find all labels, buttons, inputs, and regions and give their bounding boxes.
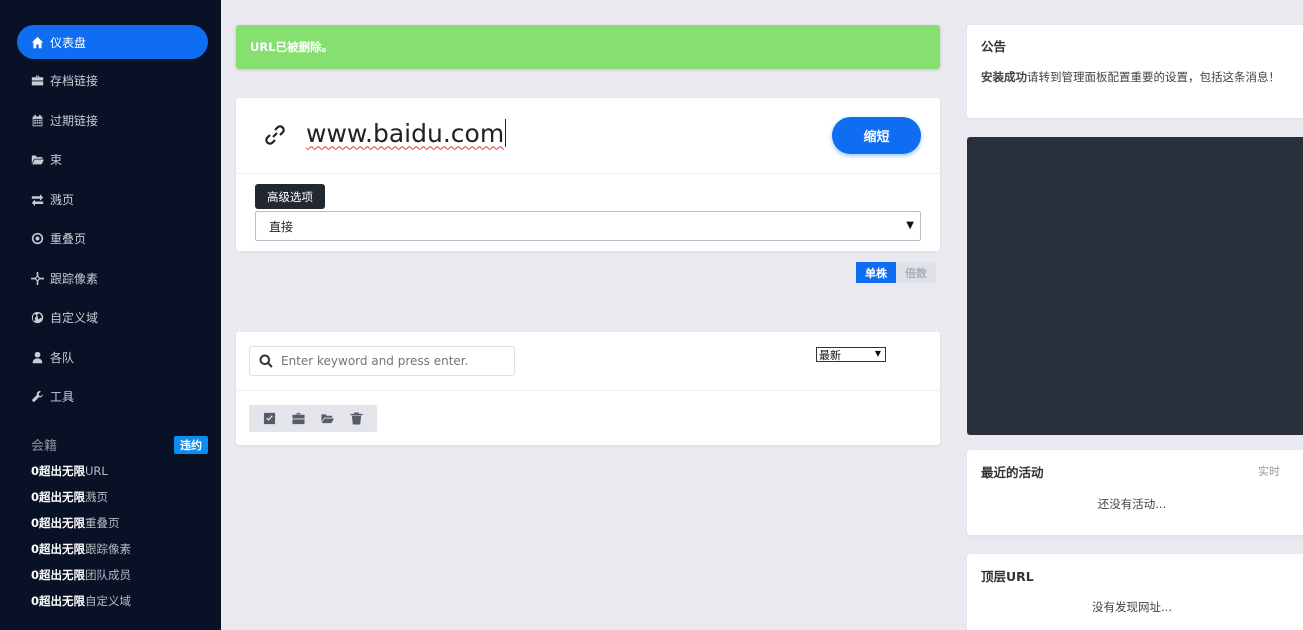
archive-icon[interactable] — [284, 405, 313, 432]
sidebar-item-label: 存档链接 — [50, 73, 99, 88]
user-icon — [30, 350, 44, 364]
sidebar-item-dashboard[interactable]: 仪表盘 — [17, 25, 208, 59]
sidebar-item-tools[interactable]: 工具 — [17, 379, 208, 413]
trash-icon[interactable] — [342, 405, 371, 432]
search-input[interactable] — [281, 354, 501, 368]
membership-title: 会籍 — [31, 439, 58, 454]
sidebar: 仪表盘 存档链接 过期链接 束 溅页 重叠页 跟踪像素 自定义域 各队 工具 会… — [0, 0, 221, 630]
redirect-type-select[interactable]: 直接 ▼ — [255, 211, 921, 241]
limit-item: 0超出无限跟踪像素 — [31, 542, 132, 556]
success-alert: URL已被删除。 — [236, 25, 940, 69]
sort-select[interactable]: 最新 ▼ — [816, 347, 886, 362]
crosshair-icon — [30, 271, 44, 285]
membership-header: 会籍 违约 — [31, 435, 208, 454]
bulk-actions — [249, 405, 377, 432]
sidebar-item-label: 束 — [50, 152, 63, 167]
limit-item: 0超出无限重叠页 — [31, 516, 120, 530]
exchange-icon — [30, 192, 44, 206]
recent-activity-card: 最近的活动 实时 还没有活动... — [967, 450, 1303, 535]
redirect-type-value: 直接 — [269, 219, 294, 234]
folder-icon[interactable] — [313, 405, 342, 432]
recent-activity-title: 最近的活动 — [981, 465, 1044, 480]
sidebar-item-label: 跟踪像素 — [50, 271, 99, 286]
sidebar-item-label: 溅页 — [50, 192, 75, 207]
sidebar-item-bundles[interactable]: 束 — [17, 142, 208, 176]
divider — [236, 390, 940, 391]
text-cursor — [505, 119, 507, 147]
folder-open-icon — [30, 152, 44, 166]
empty-activity-text: 还没有活动... — [1097, 497, 1167, 511]
sidebar-item-label: 仪表盘 — [50, 35, 87, 50]
sidebar-item-pixels[interactable]: 跟踪像素 — [17, 261, 208, 295]
multiple-mode-button[interactable]: 倍数 — [896, 262, 936, 283]
limit-item: 0超出无限溅页 — [31, 490, 109, 504]
sidebar-item-domains[interactable]: 自定义域 — [17, 300, 208, 334]
sidebar-item-expired-links[interactable]: 过期链接 — [17, 103, 208, 137]
sidebar-item-splash[interactable]: 溅页 — [17, 182, 208, 216]
caret-down-icon: ▼ — [906, 220, 914, 231]
dot-circle-icon — [30, 231, 44, 245]
announcement-title: 公告 — [981, 39, 1007, 54]
links-panel: 最新 ▼ — [236, 332, 940, 445]
plan-badge[interactable]: 违约 — [174, 435, 208, 454]
sidebar-item-label: 过期链接 — [50, 113, 99, 128]
search-box[interactable] — [249, 346, 515, 376]
stats-panel — [967, 137, 1303, 435]
top-urls-card: 顶层URL 没有发现网址... — [967, 554, 1303, 630]
empty-top-urls-text: 没有发现网址... — [1092, 600, 1172, 614]
mode-toggle: 单株 倍数 — [856, 262, 936, 283]
calendar-icon — [30, 113, 44, 127]
link-icon — [262, 122, 288, 148]
sidebar-item-label: 各队 — [50, 350, 75, 365]
sort-value: 最新 — [819, 348, 841, 362]
globe-icon — [30, 310, 44, 324]
search-icon — [259, 354, 273, 368]
url-input-value: www.baidu.com — [306, 118, 505, 148]
wrench-icon — [30, 389, 44, 403]
sidebar-item-archived-links[interactable]: 存档链接 — [17, 63, 208, 97]
sidebar-item-overlay[interactable]: 重叠页 — [17, 221, 208, 255]
select-all-icon[interactable] — [255, 405, 284, 432]
sidebar-item-label: 工具 — [50, 389, 75, 404]
announcement-text: 安装成功请转到管理面板配置重要的设置，包括这条消息！ — [981, 70, 1280, 84]
divider — [236, 173, 940, 174]
limit-item: 0超出无限URL — [31, 464, 108, 478]
home-icon — [30, 35, 44, 49]
announcement-card: 公告 安装成功请转到管理面板配置重要的设置，包括这条消息！ — [967, 25, 1303, 118]
briefcase-icon — [30, 73, 44, 87]
sidebar-item-teams[interactable]: 各队 — [17, 340, 208, 374]
advanced-options-button[interactable]: 高级选项 — [255, 184, 325, 209]
top-urls-title: 顶层URL — [981, 569, 1034, 584]
shorten-button[interactable]: 缩短 — [832, 117, 921, 154]
realtime-label: 实时 — [1258, 465, 1280, 478]
single-mode-button[interactable]: 单株 — [856, 262, 896, 283]
limit-item: 0超出无限自定义域 — [31, 594, 132, 608]
sidebar-item-label: 重叠页 — [50, 231, 87, 246]
alert-message: URL已被删除。 — [250, 40, 334, 54]
url-input[interactable]: www.baidu.com — [306, 114, 806, 152]
shorten-form: www.baidu.com 缩短 高级选项 直接 ▼ — [236, 98, 940, 251]
caret-down-icon: ▼ — [874, 349, 881, 358]
limit-item: 0超出无限团队成员 — [31, 568, 132, 582]
sidebar-item-label: 自定义域 — [50, 310, 99, 325]
